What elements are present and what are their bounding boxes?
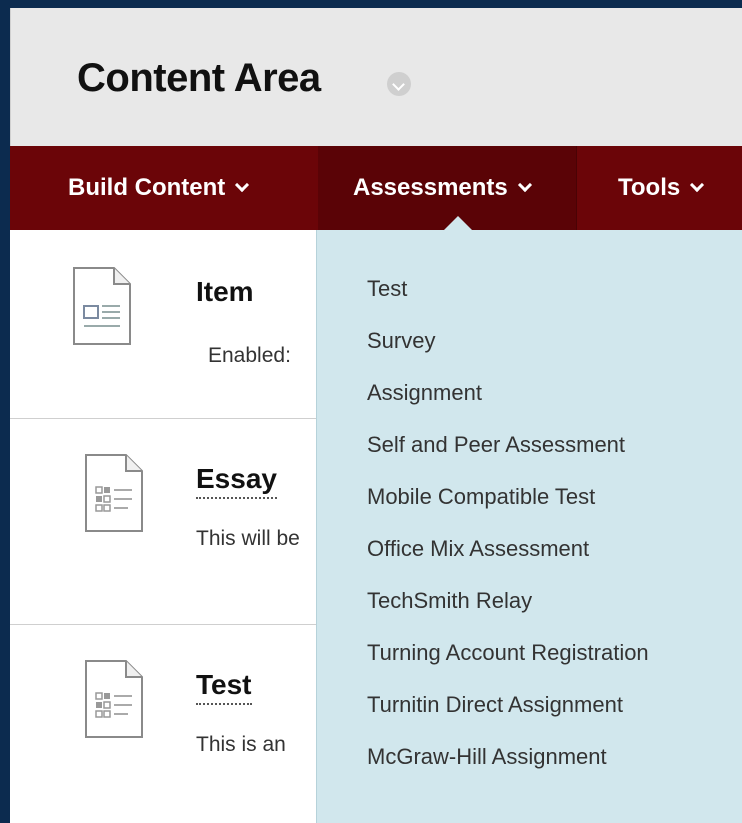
menu-item-assignment[interactable]: Assignment — [367, 380, 482, 406]
menu-item-turnitin-direct-assignment[interactable]: Turnitin Direct Assignment — [367, 692, 623, 718]
document-icon — [73, 267, 131, 345]
action-separator — [576, 146, 577, 230]
build-content-button[interactable]: Build Content — [68, 146, 250, 230]
item-title[interactable]: Test — [196, 669, 252, 705]
chevron-down-icon — [235, 177, 250, 193]
menu-item-mobile-compatible-test[interactable]: Mobile Compatible Test — [367, 484, 595, 510]
menu-item-self-peer-assessment[interactable]: Self and Peer Assessment — [367, 432, 625, 458]
action-bar: Build Content Assessments Tools — [10, 146, 742, 230]
tools-label: Tools — [618, 174, 681, 201]
menu-item-survey[interactable]: Survey — [367, 328, 435, 354]
chevron-down-icon — [690, 177, 705, 193]
assessment-document-icon — [85, 660, 143, 738]
menu-item-turning-account-registration[interactable]: Turning Account Registration — [367, 640, 649, 666]
assessments-label: Assessments — [353, 174, 508, 201]
chevron-down-icon[interactable] — [387, 72, 411, 96]
assessment-document-icon — [85, 454, 143, 532]
item-description: This is an — [196, 733, 286, 756]
tools-button[interactable]: Tools — [618, 146, 705, 230]
item-title[interactable]: Essay — [196, 463, 277, 499]
build-content-label: Build Content — [68, 174, 226, 201]
item-status: Enabled: — [208, 344, 291, 367]
chevron-down-icon — [517, 177, 532, 193]
page-header: Content Area — [10, 8, 742, 146]
item-description: This will be — [196, 527, 300, 550]
menu-item-mcgraw-hill-assignment[interactable]: McGraw-Hill Assignment — [367, 744, 607, 770]
page-title: Content Area — [77, 56, 321, 100]
menu-item-techsmith-relay[interactable]: TechSmith Relay — [367, 588, 532, 614]
assessments-dropdown-menu: Test Survey Assignment Self and Peer Ass… — [316, 230, 742, 823]
item-title[interactable]: Item — [196, 276, 254, 308]
dropdown-caret — [442, 216, 474, 232]
menu-item-office-mix-assessment[interactable]: Office Mix Assessment — [367, 536, 589, 562]
menu-item-test[interactable]: Test — [367, 276, 407, 302]
